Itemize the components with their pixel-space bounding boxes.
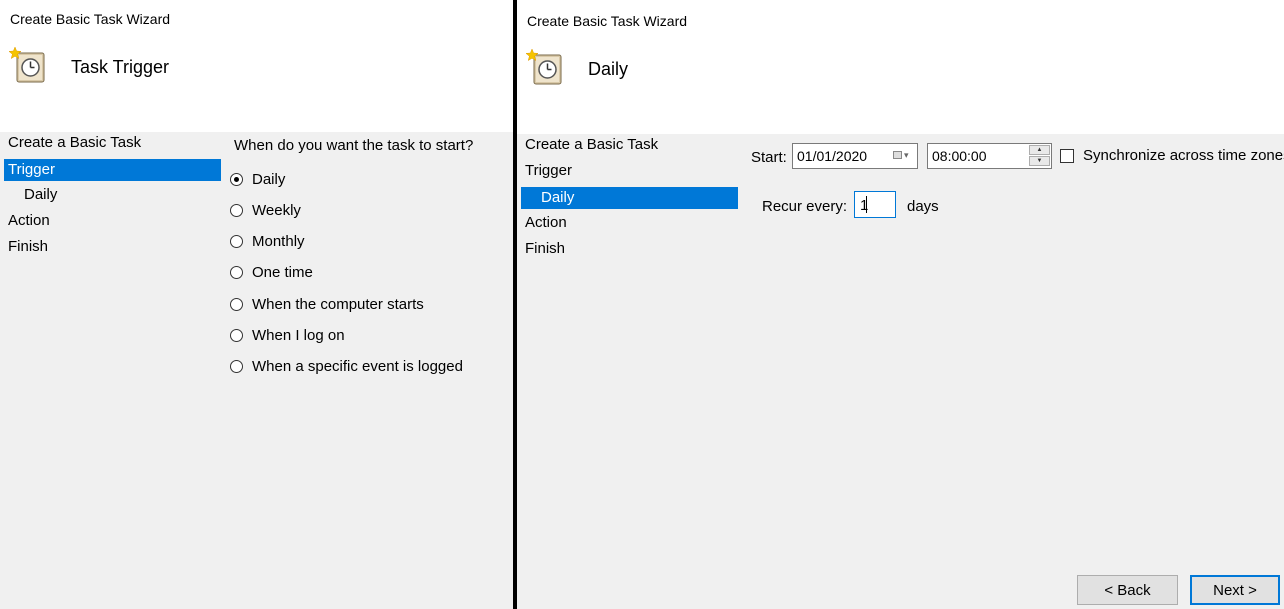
nav-step-action[interactable]: Action xyxy=(4,211,221,237)
trigger-question: When do you want the task to start? xyxy=(234,137,474,154)
start-time-picker[interactable]: 08:00:00 ▲ ▼ xyxy=(927,143,1052,169)
radio-daily[interactable]: Daily xyxy=(230,169,285,189)
radio-label: Daily xyxy=(252,170,286,188)
start-time-value: 08:00:00 xyxy=(932,148,987,164)
radio-label: Weekly xyxy=(252,201,301,219)
time-spinner[interactable]: ▲ ▼ xyxy=(1029,145,1050,167)
radio-computer-starts[interactable]: When the computer starts xyxy=(230,294,424,314)
wizard-header: Create Basic Task Wizard Task Trigger xyxy=(0,0,513,132)
recur-every-label: Recur every: xyxy=(762,198,848,215)
nav-step-trigger[interactable]: Trigger xyxy=(4,159,221,181)
start-date-value: 01/01/2020 xyxy=(797,148,868,164)
sync-time-zones-label: Synchronize across time zones xyxy=(1083,147,1284,164)
window-title: Create Basic Task Wizard xyxy=(527,13,688,29)
radio-weekly[interactable]: Weekly xyxy=(230,200,301,220)
radio-button[interactable] xyxy=(230,265,243,279)
page-title: Daily xyxy=(588,59,629,79)
sync-time-zones-checkbox[interactable] xyxy=(1060,149,1074,163)
radio-one-time[interactable]: One time xyxy=(230,262,313,282)
radio-label: When I log on xyxy=(252,326,345,344)
radio-button[interactable] xyxy=(230,297,243,311)
recur-unit-label: days xyxy=(907,198,939,215)
recur-days-value: 1 xyxy=(860,197,869,214)
radio-event-logged[interactable]: When a specific event is logged xyxy=(230,356,463,376)
recur-days-input[interactable]: 1 xyxy=(854,191,896,218)
nav-step-action[interactable]: Action xyxy=(521,213,738,239)
radio-button[interactable] xyxy=(230,359,243,373)
nav-step-finish[interactable]: Finish xyxy=(521,239,738,265)
scheduler-clock-icon xyxy=(8,46,48,86)
start-date-picker[interactable]: 01/01/2020 ▾ xyxy=(792,143,918,169)
nav-step-trigger[interactable]: Trigger xyxy=(521,161,738,187)
radio-label: One time xyxy=(252,263,313,281)
back-button[interactable]: < Back xyxy=(1077,575,1178,605)
radio-monthly[interactable]: Monthly xyxy=(230,231,305,251)
nav-step-daily[interactable]: Daily xyxy=(4,185,221,211)
nav-step-daily[interactable]: Daily xyxy=(521,187,738,209)
nav-step-create-basic-task[interactable]: Create a Basic Task xyxy=(4,133,221,159)
calendar-dropdown-icon[interactable]: ▾ xyxy=(893,149,909,161)
window-title: Create Basic Task Wizard xyxy=(10,11,171,27)
wizard-steps-nav: Create a Basic Task Trigger Daily Action… xyxy=(4,133,221,263)
wizard-steps-nav: Create a Basic Task Trigger Daily Action… xyxy=(521,135,738,265)
wizard-window-daily: Create Basic Task Wizard Daily Create a … xyxy=(517,0,1284,609)
radio-button[interactable] xyxy=(230,234,243,248)
radio-label: When a specific event is logged xyxy=(252,357,463,375)
page-title: Task Trigger xyxy=(71,57,170,77)
spin-up-icon[interactable]: ▲ xyxy=(1029,145,1050,155)
radio-log-on[interactable]: When I log on xyxy=(230,325,345,345)
radio-button[interactable] xyxy=(230,328,243,342)
radio-label: When the computer starts xyxy=(252,295,424,313)
radio-button[interactable] xyxy=(230,203,243,217)
nav-step-create-basic-task[interactable]: Create a Basic Task xyxy=(521,135,738,161)
next-button[interactable]: Next > xyxy=(1190,575,1280,605)
scheduler-clock-icon xyxy=(525,48,565,88)
radio-button[interactable] xyxy=(230,172,243,186)
nav-step-finish[interactable]: Finish xyxy=(4,237,221,263)
wizard-window-task-trigger: Create Basic Task Wizard Task Trigger Cr… xyxy=(0,0,513,609)
radio-label: Monthly xyxy=(252,232,305,250)
wizard-header: Create Basic Task Wizard Daily xyxy=(517,0,1284,134)
text-caret xyxy=(866,196,867,213)
spin-down-icon[interactable]: ▼ xyxy=(1029,156,1050,166)
start-label: Start: xyxy=(751,149,787,166)
